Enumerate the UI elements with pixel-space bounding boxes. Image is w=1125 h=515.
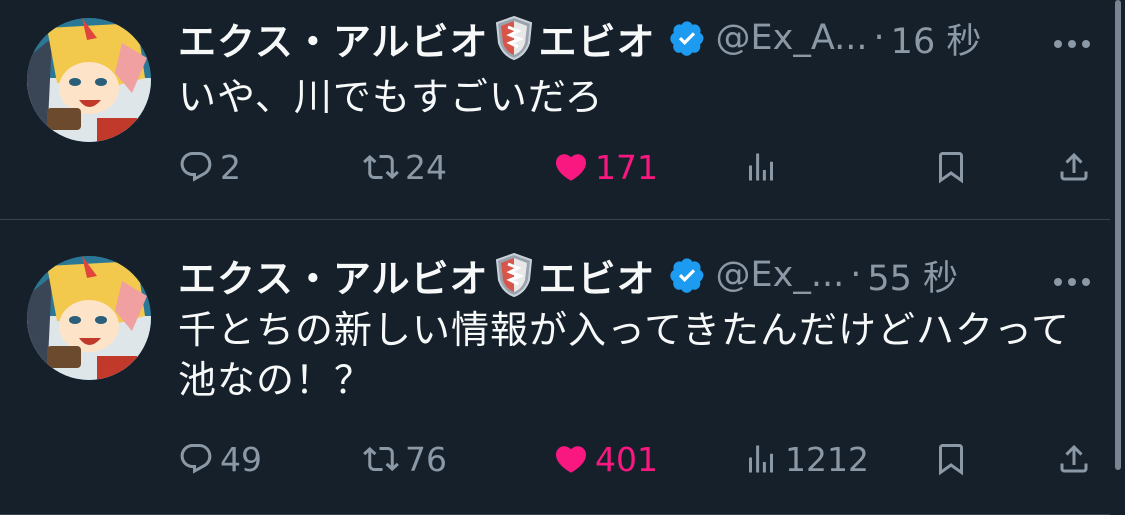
like-count: 401 [595, 439, 658, 479]
views-icon [749, 153, 773, 181]
display-name-suffix[interactable]: エビオ [538, 11, 655, 66]
like-button[interactable]: 171 [553, 145, 658, 189]
bookmark-icon [939, 444, 963, 476]
views-button[interactable] [743, 145, 779, 189]
retweet-button[interactable]: 24 [363, 145, 447, 189]
separator: · [850, 255, 862, 295]
tweet-text: いや、川でもすごいだろ [178, 75, 604, 119]
retweet-count: 24 [405, 147, 447, 187]
tweet[interactable]: エクス・アルビオ エビオ @Ex_A... · 16 秒 いや、川でもすごいだろ… [0, 0, 1110, 220]
like-button[interactable]: 401 [553, 437, 658, 481]
view-count: 1212 [785, 439, 869, 479]
retweet-button[interactable]: 76 [363, 437, 447, 481]
reply-icon [180, 152, 212, 182]
more-options-icon[interactable] [1052, 35, 1092, 48]
separator: · [873, 18, 885, 58]
timestamp[interactable]: 55 秒 [867, 250, 958, 301]
share-button[interactable] [1056, 437, 1092, 481]
tweet-header: エクス・アルビオ エビオ @Ex_A... · 16 秒 [178, 13, 982, 64]
tweet-header: エクス・アルビオ エビオ @Ex_... · 55 秒 [178, 250, 958, 301]
verified-badge-icon [668, 256, 706, 294]
bookmark-button[interactable] [933, 145, 969, 189]
shield-emoji-icon [494, 15, 534, 61]
user-handle[interactable]: @Ex_A... [716, 18, 868, 58]
bookmark-icon [939, 152, 963, 184]
heart-icon [555, 154, 587, 181]
reply-icon [180, 444, 212, 474]
display-name[interactable]: エクス・アルビオ [178, 248, 488, 303]
share-button[interactable] [1056, 145, 1092, 189]
retweet-icon [363, 446, 399, 472]
like-count: 171 [595, 147, 658, 187]
retweet-count: 76 [405, 439, 447, 479]
reply-button[interactable]: 2 [178, 145, 241, 189]
reply-count: 49 [220, 439, 262, 479]
shield-emoji-icon [494, 252, 534, 298]
avatar[interactable] [27, 256, 151, 380]
views-button[interactable]: 1212 [743, 437, 869, 481]
reply-count: 2 [220, 147, 241, 187]
retweet-icon [363, 154, 399, 180]
avatar[interactable] [27, 18, 151, 142]
verified-badge-icon [668, 19, 706, 57]
reply-button[interactable]: 49 [178, 437, 262, 481]
heart-icon [555, 446, 587, 473]
display-name-suffix[interactable]: エビオ [538, 248, 655, 303]
more-options-icon[interactable] [1052, 273, 1092, 286]
tweet-actions: 2 24 171 [178, 145, 1092, 189]
bookmark-button[interactable] [933, 437, 969, 481]
tweet[interactable]: エクス・アルビオ エビオ @Ex_... · 55 秒 千とちの新しい情報が入っ… [0, 221, 1110, 515]
display-name[interactable]: エクス・アルビオ [178, 11, 488, 66]
views-icon [749, 445, 773, 473]
tweet-text: 千とちの新しい情報が入ってきたんだけどハクって池なの！？ [178, 308, 1071, 402]
tweet-actions: 49 76 401 1212 [178, 437, 1092, 481]
scrollbar[interactable] [1115, 0, 1121, 470]
share-icon [1060, 152, 1088, 181]
share-icon [1060, 444, 1088, 473]
timestamp[interactable]: 16 秒 [891, 13, 982, 64]
user-handle[interactable]: @Ex_... [716, 255, 845, 295]
